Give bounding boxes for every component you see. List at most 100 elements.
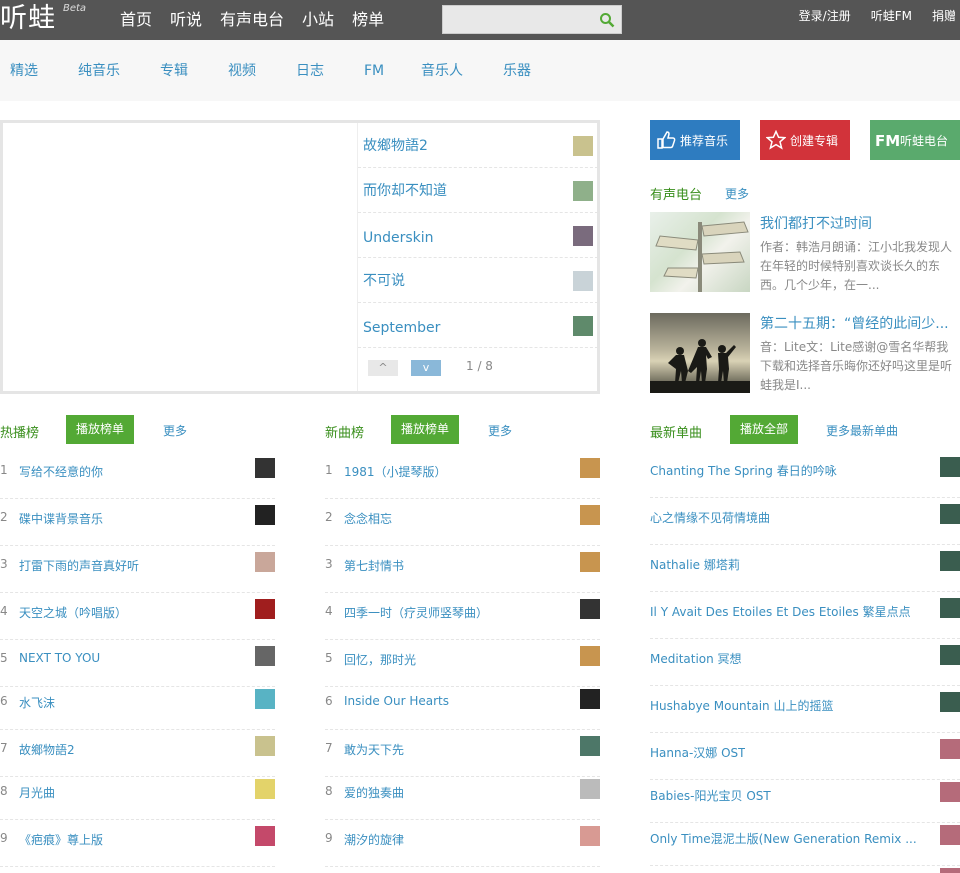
song-thumbnail[interactable] xyxy=(255,552,275,572)
play-all-button[interactable]: 播放全部 xyxy=(730,415,798,444)
song-thumbnail[interactable] xyxy=(580,689,600,709)
cat-journal[interactable]: 日志 xyxy=(296,62,324,80)
list-item[interactable]: 5 回忆，那时光 xyxy=(325,641,600,687)
carousel-item[interactable]: 故鄉物語2 xyxy=(358,123,598,168)
list-item[interactable]: 1 1981（小提琴版） xyxy=(325,453,600,499)
search-icon[interactable] xyxy=(599,12,615,28)
carousel-item-title[interactable]: 故鄉物語2 xyxy=(363,137,428,155)
song-thumbnail[interactable] xyxy=(580,826,600,846)
list-item[interactable]: Meditation 冥想 xyxy=(650,640,960,686)
song-title[interactable]: 回忆，那时光 xyxy=(344,651,416,668)
list-item[interactable]: Only Time混泥土版(New Generation Remix ... xyxy=(650,820,960,866)
nav-tingshuo[interactable]: 听说 xyxy=(170,0,202,40)
search-input[interactable] xyxy=(442,5,622,34)
cat-pure-music[interactable]: 纯音乐 xyxy=(78,62,120,80)
new-more-link[interactable]: 更多 xyxy=(488,422,512,439)
song-title[interactable]: 故鄉物語2 xyxy=(19,741,75,758)
carousel-item-title[interactable]: 不可说 xyxy=(363,272,405,290)
song-thumbnail[interactable] xyxy=(580,736,600,756)
prev-button[interactable]: ^ xyxy=(368,360,398,376)
song-thumbnail[interactable] xyxy=(255,689,275,709)
radio-item-title[interactable]: 第二十五期：“曾经的此间少... xyxy=(760,313,960,333)
nav-charts[interactable]: 榜单 xyxy=(352,0,384,40)
song-title[interactable]: 第七封情书 xyxy=(344,557,404,574)
create-album-button[interactable]: 创建专辑 xyxy=(760,120,850,160)
song-title[interactable]: Only Time混泥土版(New Generation Remix ... xyxy=(650,830,917,847)
song-thumbnail[interactable] xyxy=(940,645,960,665)
radio-thumb[interactable] xyxy=(650,313,750,393)
latest-more-link[interactable]: 更多最新单曲 xyxy=(826,422,898,439)
song-thumbnail[interactable] xyxy=(940,782,960,802)
nav-radio[interactable]: 有声电台 xyxy=(220,0,284,40)
song-thumbnail[interactable] xyxy=(255,599,275,619)
next-button[interactable]: v xyxy=(411,360,441,376)
carousel-item-title[interactable]: Underskin xyxy=(363,229,434,247)
song-title[interactable]: 四季一时（疗灵师竖琴曲） xyxy=(344,604,488,621)
carousel-image[interactable] xyxy=(3,123,357,391)
radio-more-link[interactable]: 更多 xyxy=(725,185,749,202)
list-item[interactable]: 6 Inside Our Hearts xyxy=(325,684,600,730)
song-title[interactable]: Hushabye Mountain 山上的摇篮 xyxy=(650,697,833,714)
song-thumbnail[interactable] xyxy=(255,779,275,799)
cat-albums[interactable]: 专辑 xyxy=(160,62,188,80)
list-item[interactable]: 4 四季一时（疗灵师竖琴曲） xyxy=(325,594,600,640)
song-title[interactable]: Chanting The Spring 春日的吟咏 xyxy=(650,462,837,479)
song-title[interactable]: 月光曲 xyxy=(19,784,55,801)
cat-fm[interactable]: FM xyxy=(364,62,384,80)
list-item[interactable]: 5 NEXT TO YOU xyxy=(0,641,275,687)
song-thumbnail[interactable] xyxy=(940,551,960,571)
donate-link[interactable]: 捐赠 xyxy=(932,0,956,40)
login-link[interactable]: 登录/注册 xyxy=(799,0,851,40)
carousel-item[interactable]: September xyxy=(358,303,598,348)
song-title[interactable]: Hanna-汉娜 OST xyxy=(650,744,745,761)
list-item[interactable]: 7 故鄉物語2 xyxy=(0,731,275,777)
song-thumbnail[interactable] xyxy=(580,646,600,666)
cat-musicians[interactable]: 音乐人 xyxy=(421,62,463,80)
fm-link[interactable]: 听蛙FM xyxy=(871,0,912,40)
song-thumbnail[interactable] xyxy=(255,505,275,525)
list-item[interactable]: 心之情缘不见荷情境曲 xyxy=(650,499,960,545)
carousel-item[interactable]: Underskin xyxy=(358,213,598,258)
song-title[interactable]: 心之情缘不见荷情境曲 xyxy=(650,509,770,526)
song-thumbnail[interactable] xyxy=(940,504,960,524)
song-title[interactable]: NEXT TO YOU xyxy=(19,651,100,665)
song-thumbnail[interactable] xyxy=(255,646,275,666)
play-new-chart-button[interactable]: 播放榜单 xyxy=(391,415,459,444)
song-title[interactable]: 1981（小提琴版） xyxy=(344,463,447,480)
list-item[interactable]: Il Y Avait Des Etoiles Et Des Etoiles 繁星… xyxy=(650,593,960,639)
song-title[interactable]: 打雷下雨的声音真好听 xyxy=(19,557,139,574)
carousel-item-title[interactable]: 而你却不知道 xyxy=(363,182,447,200)
song-thumbnail[interactable] xyxy=(940,825,960,845)
song-title[interactable]: 水飞沫 xyxy=(19,694,55,711)
radio-fm-button[interactable]: FM 听蛙电台 xyxy=(870,120,960,160)
song-thumbnail[interactable] xyxy=(940,739,960,759)
carousel-item[interactable]: 不可说 xyxy=(358,258,598,303)
song-thumbnail[interactable] xyxy=(255,826,275,846)
nav-station[interactable]: 小站 xyxy=(302,0,334,40)
song-thumbnail[interactable] xyxy=(580,552,600,572)
song-thumbnail[interactable] xyxy=(580,505,600,525)
nav-home[interactable]: 首页 xyxy=(120,0,152,40)
list-item[interactable]: 2 碟中谍背景音乐 xyxy=(0,500,275,546)
list-item[interactable]: 6 水飞沫 xyxy=(0,684,275,730)
song-thumbnail[interactable] xyxy=(580,599,600,619)
play-hot-chart-button[interactable]: 播放榜单 xyxy=(66,415,134,444)
song-thumbnail[interactable] xyxy=(940,692,960,712)
list-item[interactable]: 4 天空之城（吟唱版） xyxy=(0,594,275,640)
song-thumbnail[interactable] xyxy=(255,458,275,478)
list-item[interactable]: Hanna-汉娜 OST xyxy=(650,734,960,780)
list-item[interactable]: 9 《疤痕》尊上版 xyxy=(0,821,275,867)
carousel-item[interactable]: 而你却不知道 xyxy=(358,168,598,213)
recommend-music-button[interactable]: 推荐音乐 xyxy=(650,120,740,160)
song-title[interactable]: 潮汐的旋律 xyxy=(344,831,404,848)
song-thumbnail[interactable] xyxy=(940,598,960,618)
cat-featured[interactable]: 精选 xyxy=(10,62,38,80)
cat-video[interactable]: 视频 xyxy=(228,62,256,80)
hot-more-link[interactable]: 更多 xyxy=(163,422,187,439)
list-item[interactable]: Nathalie 娜塔莉 xyxy=(650,546,960,592)
song-title[interactable]: 写给不经意的你 xyxy=(19,463,103,480)
list-item[interactable]: 3 第七封情书 xyxy=(325,547,600,593)
list-item[interactable]: Chanting The Spring 春日的吟咏 xyxy=(650,452,960,498)
song-title[interactable]: 天空之城（吟唱版） xyxy=(19,604,127,621)
list-item[interactable]: Hushabye Mountain 山上的摇篮 xyxy=(650,687,960,733)
